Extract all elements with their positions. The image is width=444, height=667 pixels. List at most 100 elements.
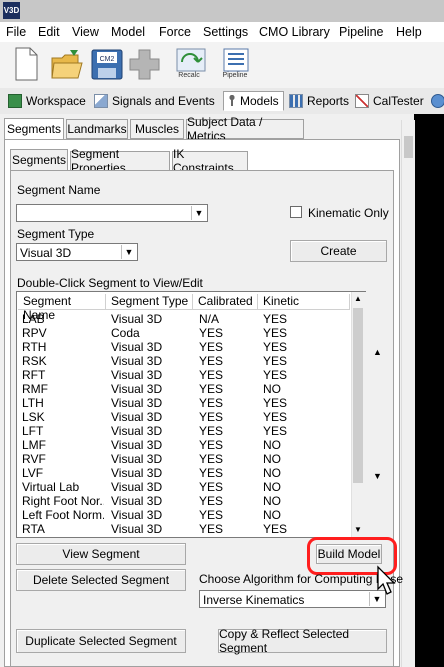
new-file-icon[interactable] <box>10 46 42 81</box>
column-header-segment-name[interactable]: Segment Name <box>18 294 106 322</box>
toolbar: CM2 Recalc Pipeline <box>0 42 444 124</box>
table-cell: Visual 3D <box>111 522 163 536</box>
menu-force[interactable]: Force <box>159 25 191 39</box>
copy-reflect-button[interactable]: Copy & Reflect Selected Segment <box>218 627 387 655</box>
segment-type-combo[interactable]: Visual 3D ▼ <box>16 243 138 261</box>
menu-pipeline[interactable]: Pipeline <box>339 25 383 39</box>
menu-help[interactable]: Help <box>396 25 422 39</box>
list-scroll-thumb[interactable] <box>353 308 363 483</box>
tab-overflow[interactable] <box>430 91 444 111</box>
view-segment-label: View Segment <box>62 547 140 561</box>
menu-file[interactable]: File <box>6 25 26 39</box>
table-row[interactable]: Left Foot Norm... Visual 3D YES NO <box>17 508 351 522</box>
table-row[interactable]: RHFVisual 3DYESYES <box>17 536 351 537</box>
table-row[interactable]: LSK Visual 3D YES YES <box>17 410 351 424</box>
tab-reports[interactable]: Reports <box>284 91 354 111</box>
table-cell: YES <box>263 522 288 536</box>
column-header-kinetic[interactable]: Kinetic <box>258 294 350 310</box>
table-row[interactable]: LAB Visual 3D N/A YES <box>17 312 351 326</box>
table-row[interactable]: RMF Visual 3D YES NO <box>17 382 351 396</box>
tab-segment-properties[interactable]: Segment Properties <box>70 147 170 175</box>
table-cell: NO <box>263 466 281 480</box>
table-row[interactable]: LTH Visual 3D YES YES <box>17 396 351 410</box>
kinematic-only-label: Kinematic Only <box>308 206 389 220</box>
add-plus-icon[interactable] <box>128 46 160 80</box>
tab-caltester[interactable]: CalTester <box>350 91 429 111</box>
tab-subject-data[interactable]: Subject Data / Metrics <box>186 115 304 143</box>
table-cell: RHF <box>22 536 104 537</box>
table-cell: Visual 3D <box>111 424 163 438</box>
tab-models-label: Models <box>240 94 279 108</box>
kinematic-only-checkbox[interactable] <box>290 206 302 218</box>
app-tab-bar: Workspace Signals and Events Models Repo… <box>0 88 444 115</box>
segment-name-combo[interactable]: ▼ <box>16 204 208 222</box>
table-row[interactable]: RPV Coda YES YES <box>17 326 351 340</box>
table-cell: Visual 3D <box>111 312 163 326</box>
table-cell: Right Foot Nor... <box>22 494 104 508</box>
table-cell: RVF <box>22 452 46 466</box>
column-header-calibrated[interactable]: Calibrated <box>193 294 258 310</box>
tab-segments-sub[interactable]: Segments <box>10 149 68 171</box>
table-row[interactable]: LVF Visual 3D YES NO <box>17 466 351 480</box>
table-cell: YES <box>199 508 224 522</box>
table-row[interactable]: RVF Visual 3D YES NO <box>17 452 351 466</box>
menu-edit[interactable]: Edit <box>38 25 60 39</box>
outer-list-scrollbar[interactable]: ▲ ▼ <box>368 291 386 538</box>
table-row[interactable]: RTH Visual 3D YES YES <box>17 340 351 354</box>
chevron-up-icon[interactable]: ▲ <box>354 294 362 303</box>
table-cell: Visual 3D <box>111 508 163 522</box>
create-button[interactable]: Create <box>290 240 387 262</box>
chevron-down-icon[interactable]: ▼ <box>354 525 362 534</box>
table-row[interactable]: RFT Visual 3D YES YES <box>17 368 351 382</box>
menu-view[interactable]: View <box>72 25 99 39</box>
table-cell: NO <box>263 480 281 494</box>
segment-list[interactable]: Segment Name Segment Type Calibrated Kin… <box>16 291 366 538</box>
panel-scroll-thumb[interactable] <box>404 136 413 158</box>
save-cm2-icon[interactable]: CM2 <box>90 46 123 80</box>
view-segment-button[interactable]: View Segment <box>16 543 186 565</box>
segment-list-caption: Double-Click Segment to View/Edit <box>17 276 203 290</box>
tab-models[interactable]: Models <box>223 91 284 111</box>
algorithm-label: Choose Algorithm for Computing Pose <box>199 572 404 586</box>
table-cell: YES <box>199 354 224 368</box>
chevron-down-icon[interactable]: ▼ <box>121 245 136 259</box>
duplicate-segment-button[interactable]: Duplicate Selected Segment <box>16 629 186 653</box>
table-row[interactable]: LFT Visual 3D YES YES <box>17 424 351 438</box>
menu-model[interactable]: Model <box>111 25 145 39</box>
chevron-down-icon[interactable]: ▼ <box>191 206 206 220</box>
viewport-pane <box>414 114 444 667</box>
chevron-up-icon[interactable]: ▲ <box>373 347 382 357</box>
algorithm-combo[interactable]: Inverse Kinematics ▼ <box>199 590 386 608</box>
tab-segments-label: Segments <box>6 122 62 136</box>
segment-name-label: Segment Name <box>17 183 101 197</box>
tab-signals-events[interactable]: Signals and Events <box>89 91 220 111</box>
table-cell: YES <box>263 312 288 326</box>
table-row[interactable]: LMF Visual 3D YES NO <box>17 438 351 452</box>
table-cell: RMF <box>22 382 48 396</box>
table-cell: Visual 3D <box>111 340 163 354</box>
table-row[interactable]: Virtual Lab Visual 3D YES NO <box>17 480 351 494</box>
tab-segments[interactable]: Segments <box>4 118 64 140</box>
table-cell: Visual 3D <box>111 396 163 410</box>
tab-landmarks[interactable]: Landmarks <box>66 119 128 139</box>
table-cell: RTA <box>22 522 45 536</box>
tab-landmarks-label: Landmarks <box>67 122 127 136</box>
menu-cmo-library[interactable]: CMO Library <box>259 25 330 39</box>
caltester-icon <box>355 94 369 108</box>
segment-type-label: Segment Type <box>17 227 95 241</box>
table-row[interactable]: RTA Visual 3D YES YES <box>17 522 351 536</box>
chevron-down-icon[interactable]: ▼ <box>373 471 382 481</box>
tab-ik-constraints[interactable]: IK Constraints <box>172 147 248 175</box>
table-cell: RTH <box>22 340 47 354</box>
table-row[interactable]: Right Foot Nor... Visual 3D YES NO <box>17 494 351 508</box>
menu-settings[interactable]: Settings <box>203 25 248 39</box>
table-cell: Visual 3D <box>111 536 191 537</box>
tab-muscles[interactable]: Muscles <box>130 119 184 139</box>
tab-workspace-label: Workspace <box>26 94 86 108</box>
delete-segment-button[interactable]: Delete Selected Segment <box>16 569 186 591</box>
open-folder-icon[interactable] <box>50 46 83 80</box>
table-cell: LTH <box>22 396 44 410</box>
tab-workspace[interactable]: Workspace <box>3 91 91 111</box>
table-row[interactable]: RSK Visual 3D YES YES <box>17 354 351 368</box>
column-header-segment-type[interactable]: Segment Type <box>106 294 193 310</box>
